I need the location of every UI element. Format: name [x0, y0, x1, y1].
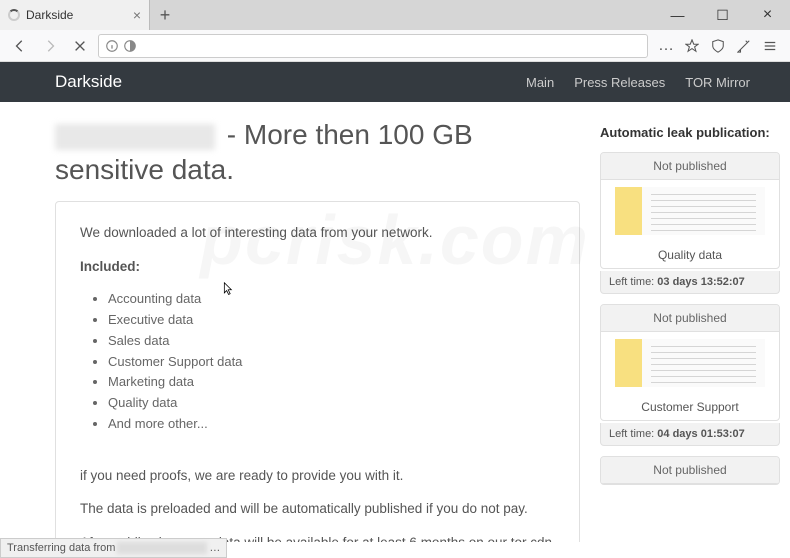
- leak-timer: Left time: 04 days 01:53:07: [600, 423, 780, 446]
- sidebar: Automatic leak publication: Not publishe…: [600, 117, 780, 542]
- page-content: - More then 100 GB sensitive data. We do…: [0, 102, 790, 542]
- back-button[interactable]: [8, 34, 32, 58]
- status-text: Transferring data from: [7, 542, 115, 554]
- new-tab-button[interactable]: +: [150, 0, 180, 30]
- list-item: Accounting data: [108, 289, 555, 310]
- arrow-left-icon: [13, 39, 27, 53]
- shield-button[interactable]: [706, 34, 730, 58]
- list-item: Quality data: [108, 393, 555, 414]
- site-header: Darkside Main Press Releases TOR Mirror: [0, 62, 790, 102]
- hamburger-icon: [763, 39, 777, 53]
- list-item: Marketing data: [108, 372, 555, 393]
- close-tab-icon[interactable]: ×: [133, 7, 141, 23]
- preloaded-text: The data is preloaded and will be automa…: [80, 498, 555, 520]
- leak-card[interactable]: Not published: [600, 456, 780, 485]
- leak-card[interactable]: Not published Quality data: [600, 152, 780, 269]
- loading-spinner-icon: [8, 9, 20, 21]
- bookmark-button[interactable]: [680, 34, 704, 58]
- window-controls: — ☐ ×: [655, 0, 790, 30]
- nav-press-releases[interactable]: Press Releases: [574, 75, 665, 90]
- folder-preview-icon: [615, 187, 764, 235]
- leak-status: Not published: [601, 305, 779, 332]
- folder-preview-icon: [615, 339, 764, 387]
- redacted-company-name: [55, 124, 215, 150]
- star-icon: [685, 39, 699, 53]
- main-column: - More then 100 GB sensitive data. We do…: [55, 117, 580, 542]
- redacted-hostname: [117, 542, 207, 554]
- stop-button[interactable]: [68, 34, 92, 58]
- leak-status: Not published: [601, 153, 779, 180]
- list-item: Executive data: [108, 310, 555, 331]
- timer-value: 04 days 01:53:07: [657, 428, 744, 440]
- list-item: Customer Support data: [108, 352, 555, 373]
- close-icon: [73, 39, 87, 53]
- info-icon: [105, 39, 119, 53]
- timer-value: 03 days 13:52:07: [657, 276, 744, 288]
- menu-button[interactable]: [758, 34, 782, 58]
- half-circle-icon: [123, 39, 137, 53]
- leak-timer: Left time: 03 days 13:52:07: [600, 271, 780, 294]
- browser-tab[interactable]: Darkside ×: [0, 0, 150, 30]
- leak-thumbnail: [601, 332, 779, 394]
- nav-tor-mirror[interactable]: TOR Mirror: [685, 75, 750, 90]
- arrow-right-icon: [43, 39, 57, 53]
- broom-button[interactable]: [732, 34, 756, 58]
- leak-section-title: Automatic leak publication:: [600, 125, 780, 140]
- shield-icon: [711, 39, 725, 53]
- site-brand[interactable]: Darkside: [55, 72, 122, 92]
- nav-main[interactable]: Main: [526, 75, 554, 90]
- window-titlebar: Darkside × + — ☐ ×: [0, 0, 790, 30]
- tab-title: Darkside: [26, 8, 127, 22]
- leak-status: Not published: [601, 457, 779, 484]
- proof-text: if you need proofs, we are ready to prov…: [80, 465, 555, 487]
- close-window-button[interactable]: ×: [745, 0, 790, 30]
- leak-thumbnail: [601, 180, 779, 242]
- intro-text: We downloaded a lot of interesting data …: [80, 222, 555, 244]
- leak-label: Quality data: [601, 242, 779, 268]
- list-item: Sales data: [108, 331, 555, 352]
- forward-button[interactable]: [38, 34, 62, 58]
- site-nav: Main Press Releases TOR Mirror: [526, 75, 750, 90]
- page-actions-button[interactable]: …: [654, 34, 678, 58]
- leak-card[interactable]: Not published Customer Support: [600, 304, 780, 421]
- browser-statusbar: Transferring data from …: [0, 538, 227, 558]
- browser-toolbar: …: [0, 30, 790, 62]
- data-list: Accounting data Executive data Sales dat…: [108, 289, 555, 435]
- address-bar[interactable]: [98, 34, 648, 58]
- minimize-button[interactable]: —: [655, 0, 700, 30]
- included-label: Included:: [80, 256, 555, 278]
- page-title: - More then 100 GB sensitive data.: [55, 117, 580, 187]
- list-item: And more other...: [108, 414, 555, 435]
- content-card: We downloaded a lot of interesting data …: [55, 201, 580, 542]
- sparkle-icon: [737, 39, 751, 53]
- maximize-button[interactable]: ☐: [700, 0, 745, 30]
- leak-label: Customer Support: [601, 394, 779, 420]
